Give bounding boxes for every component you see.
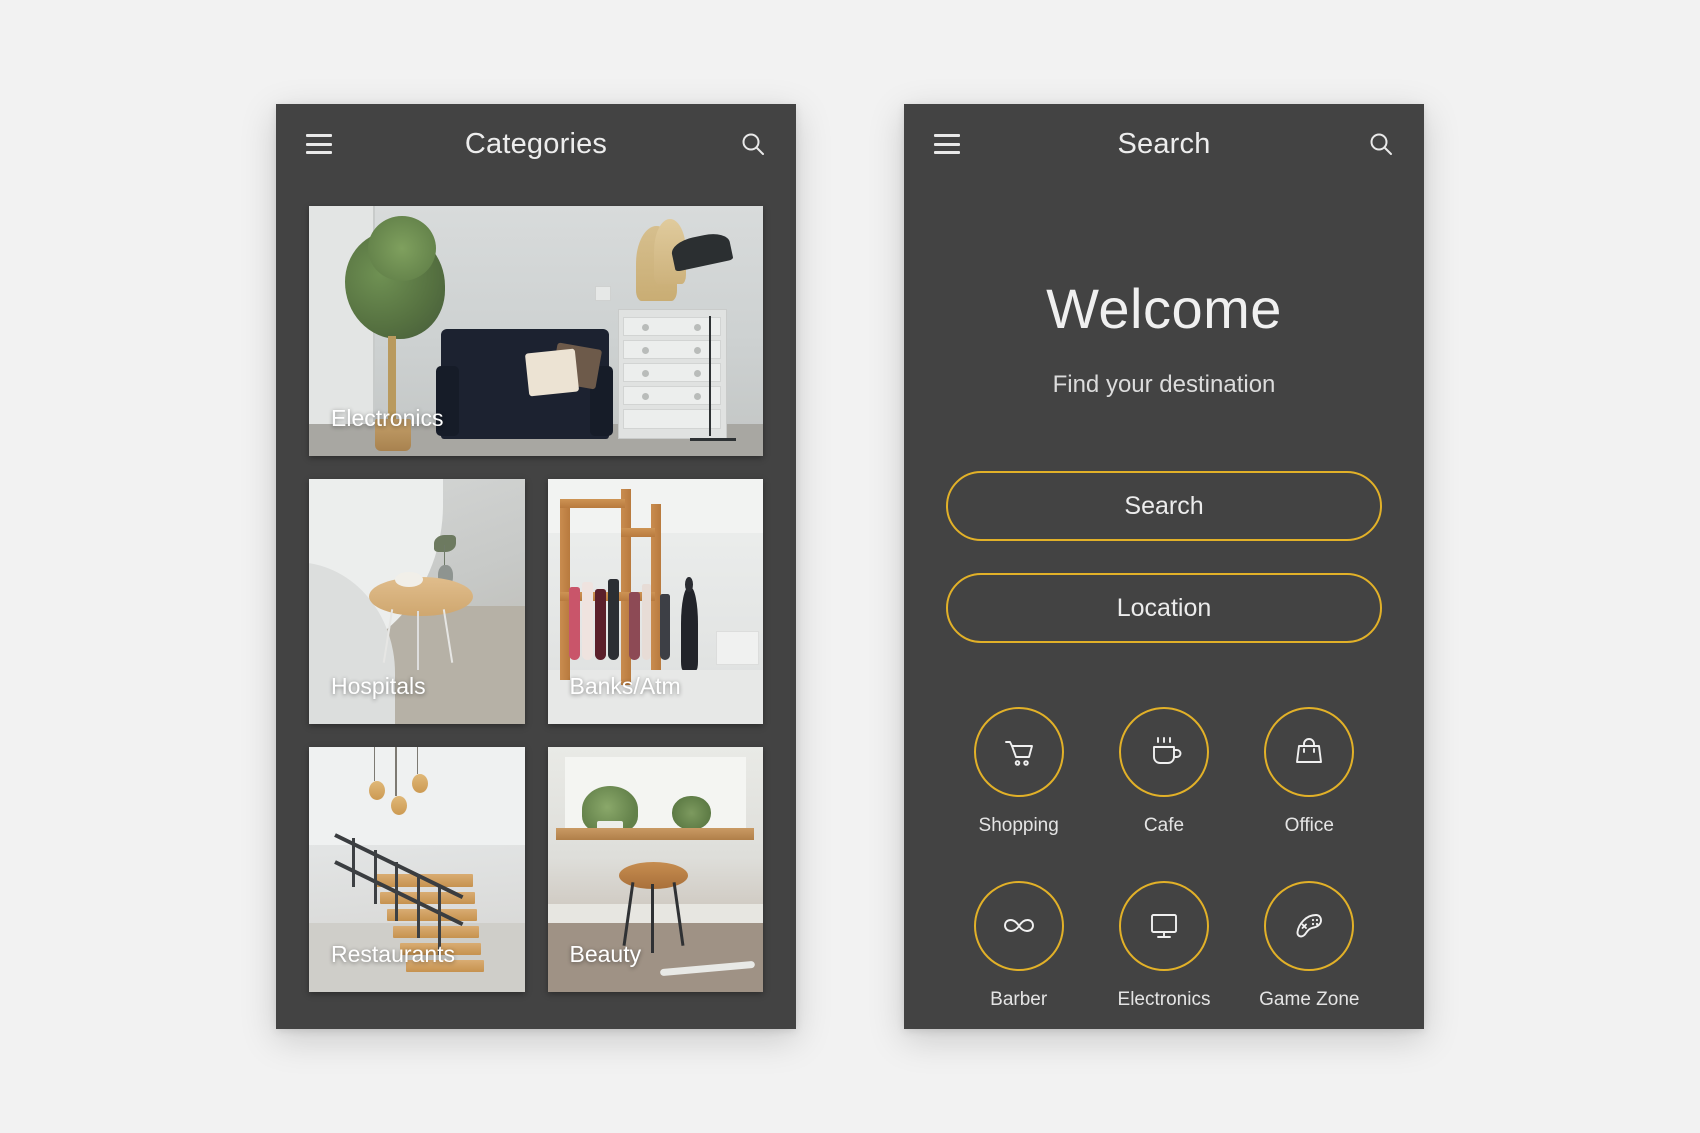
tile-label: Shopping (978, 815, 1059, 836)
search-content: Welcome Find your destination Search Loc… (904, 184, 1424, 1011)
screenshot-stage: Categories Electronics Hospitals Banks/A… (0, 0, 1700, 1133)
tile-label: Office (1284, 815, 1334, 836)
category-card-banks-atm[interactable]: Banks/Atm (547, 479, 763, 724)
tile-label: Barber (990, 989, 1048, 1010)
category-card-electronics[interactable]: Electronics (309, 206, 763, 456)
category-label: Banks/Atm (569, 673, 681, 699)
category-row-1: Electronics (309, 206, 763, 456)
hamburger-menu-icon[interactable] (306, 134, 332, 154)
tile-label: Game Zone (1259, 989, 1360, 1010)
category-card-hospitals[interactable]: Hospitals (309, 479, 525, 724)
gamepad-icon (1264, 881, 1355, 971)
category-label: Restaurants (331, 941, 456, 967)
category-label: Beauty (569, 941, 642, 967)
category-row-3: Restaurants Beauty (309, 747, 763, 992)
categories-grid: Electronics Hospitals Banks/Atm Restaura… (276, 184, 796, 1022)
category-card-restaurants[interactable]: Restaurants (309, 747, 525, 992)
search-icon[interactable] (1368, 131, 1394, 157)
mustache-icon (973, 881, 1064, 971)
categories-header: Categories (276, 104, 796, 184)
tile-electronics[interactable]: Electronics (1091, 881, 1236, 1011)
page-title: Search (1117, 127, 1211, 160)
welcome-subtitle: Find your destination (1052, 371, 1276, 398)
category-tiles: Shopping Cafe Office Barber Electronics … (946, 707, 1382, 1011)
monitor-icon (1118, 881, 1209, 971)
tile-label: Cafe (1143, 815, 1185, 836)
category-label: Electronics (331, 405, 444, 431)
category-row-2: Hospitals Banks/Atm (309, 479, 763, 724)
category-label: Hospitals (331, 673, 426, 699)
category-card-beauty[interactable]: Beauty (547, 747, 763, 992)
tile-shopping[interactable]: Shopping (946, 707, 1091, 837)
categories-screen: Categories Electronics Hospitals Banks/A… (276, 104, 796, 1029)
search-header: Search (904, 104, 1424, 184)
coffee-cup-icon (1118, 707, 1209, 797)
search-icon[interactable] (740, 131, 766, 157)
tile-cafe[interactable]: Cafe (1091, 707, 1236, 837)
tile-game-zone[interactable]: Game Zone (1237, 881, 1382, 1011)
location-button[interactable]: Location (946, 573, 1382, 643)
page-title: Categories (464, 127, 608, 160)
hamburger-menu-icon[interactable] (934, 134, 960, 154)
tile-office[interactable]: Office (1237, 707, 1382, 837)
tile-barber[interactable]: Barber (946, 881, 1091, 1011)
welcome-title: Welcome (1046, 277, 1282, 340)
search-screen: Search Welcome Find your destination Sea… (904, 104, 1424, 1029)
search-button[interactable]: Search (946, 471, 1382, 541)
shopping-cart-icon (973, 707, 1064, 797)
briefcase-icon (1264, 707, 1355, 797)
tile-label: Electronics (1117, 989, 1211, 1010)
